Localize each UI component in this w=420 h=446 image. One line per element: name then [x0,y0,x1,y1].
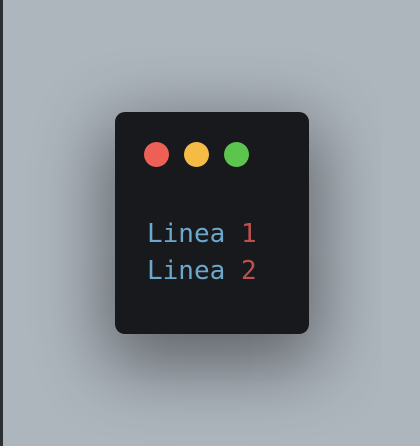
code-number: 2 [240,256,257,286]
code-window: Linea 1 Linea 2 [115,112,309,334]
left-edge-bar [0,0,3,446]
window-controls [144,142,249,167]
code-keyword: Linea [147,219,226,249]
code-block: Linea 1 Linea 2 [147,216,257,290]
code-line: Linea 2 [147,253,257,290]
minimize-dot-icon[interactable] [184,142,209,167]
code-line: Linea 1 [147,216,257,253]
maximize-dot-icon[interactable] [224,142,249,167]
code-number: 1 [240,219,257,249]
close-dot-icon[interactable] [144,142,169,167]
code-keyword: Linea [147,256,226,286]
